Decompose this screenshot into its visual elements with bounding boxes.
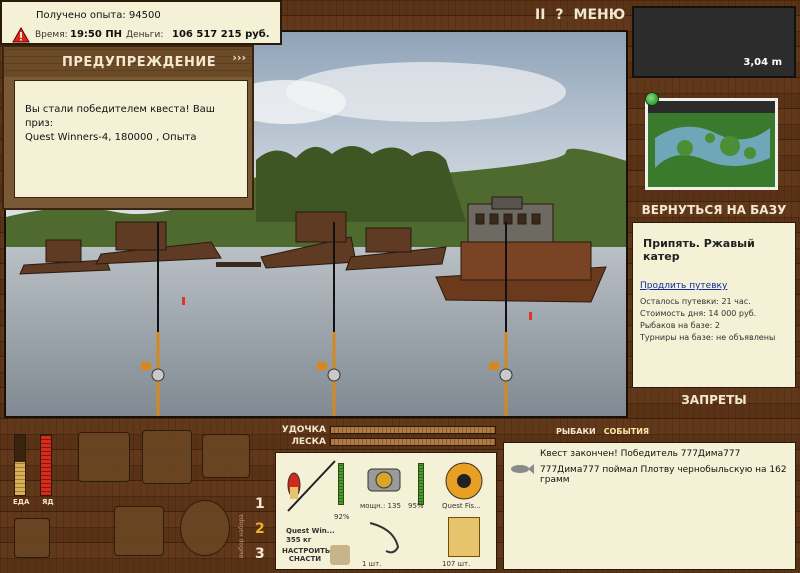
- help-button[interactable]: ?: [555, 7, 563, 25]
- collapse-arrows-icon[interactable]: ›››: [232, 51, 246, 64]
- fish-icon: [510, 463, 534, 475]
- permit-remaining: Осталось путевки: 21 час.: [640, 297, 751, 306]
- hook-count: 1 шт.: [362, 560, 382, 568]
- tab-events[interactable]: СОБЫТИЯ: [604, 427, 649, 436]
- reel-percent: 95%: [408, 502, 424, 510]
- event-line: Квест закончен! Победитель 777Дима777: [540, 449, 741, 459]
- bans-button[interactable]: ЗАПРЕТЫ: [632, 390, 796, 410]
- reel-condition-meter: [418, 463, 424, 505]
- tab-fishers[interactable]: РЫБАКИ: [556, 427, 596, 436]
- rod-bar-row: УДОЧКА: [270, 424, 496, 436]
- poison-meter: [40, 434, 52, 496]
- menu-button[interactable]: МЕНЮ: [574, 7, 626, 25]
- warning-dialog: ПРЕДУПРЕЖДЕНИЕ ››› Вы стали победителем …: [2, 45, 254, 210]
- rod-weight: 355 кг: [286, 536, 312, 544]
- reel-power: мощн.: 135: [360, 502, 401, 510]
- poison-label: ЯД: [42, 498, 54, 506]
- rod-name: Quest Win...: [286, 527, 335, 535]
- events-tabs: РЫБАКИ СОБЫТИЯ: [556, 427, 649, 436]
- location-title: Припять. Ржавый катер: [643, 237, 755, 263]
- rod-percent: 92%: [334, 513, 350, 521]
- food-meter: [14, 434, 26, 496]
- map-pin-icon: [645, 92, 659, 106]
- line-bar-row: ЛЕСКА: [270, 436, 496, 448]
- extend-permit-link[interactable]: Продлить путевку: [640, 281, 727, 291]
- tournaments-status: Турниры на базе: не объявлены: [640, 333, 776, 342]
- slot-3-button[interactable]: 3: [255, 546, 265, 562]
- bait-pack-slot[interactable]: [448, 517, 480, 557]
- reel-slot[interactable]: [360, 457, 418, 503]
- fishers-count: Рыбаков на базе: 2: [640, 321, 720, 330]
- event-line: 777Дима777 поймал Плотву чернобыльскую н…: [540, 465, 787, 485]
- tackle-box-icon[interactable]: [78, 432, 130, 482]
- line-spool-slot[interactable]: [442, 459, 486, 503]
- depth-panel: 3,04 m: [632, 6, 796, 78]
- money-value: 106 517 215 руб.: [172, 29, 270, 40]
- line-name: Quest Fis...: [442, 502, 481, 510]
- slot-1-button[interactable]: 1: [255, 496, 265, 512]
- warning-icon[interactable]: [12, 26, 30, 43]
- book-icon[interactable]: [202, 434, 250, 478]
- experience-text: Получено опыта: 94500: [36, 10, 161, 21]
- slot-2-button[interactable]: 2: [255, 521, 265, 537]
- location-map-photo[interactable]: [645, 98, 778, 190]
- warning-message-line: Quest Winners-4, 180000 , Опыта: [25, 132, 197, 143]
- time-label: Время:: [35, 30, 68, 40]
- rod-slot[interactable]: [280, 457, 340, 515]
- rod-tension-bar: [330, 426, 496, 434]
- location-info-panel: Припять. Ржавый катер Продлить путевку О…: [632, 222, 796, 388]
- money-label: Деньги:: [126, 30, 164, 40]
- warning-title: ПРЕДУПРЕЖДЕНИЕ: [4, 47, 252, 77]
- hook-slot[interactable]: [364, 517, 408, 559]
- status-panel: Получено опыта: 94500 Время: 19:50 ПН Де…: [0, 0, 282, 45]
- food-label: ЕДА: [13, 498, 30, 506]
- fish-keeper-net-icon[interactable]: [180, 500, 230, 556]
- warning-message: Вы стали победителем квеста! Ваш приз: Q…: [14, 80, 248, 198]
- line-tension-bar: [330, 438, 496, 446]
- back-to-base-button[interactable]: ВЕРНУТЬСЯ НА БАЗУ: [632, 200, 796, 220]
- line-bar-label: ЛЕСКА: [291, 437, 326, 447]
- poison-meter-fill: [41, 436, 51, 495]
- food-meter-fill: [15, 462, 25, 495]
- configure-tackle-button[interactable]: НАСТРОИТЬ СНАСТИ: [282, 547, 330, 563]
- rod-bar-label: УДОЧКА: [281, 425, 326, 435]
- configure-gear-icon[interactable]: [330, 545, 350, 565]
- depth-value: 3,04 m: [743, 57, 782, 68]
- top-menu: II ? МЕНЮ: [535, 7, 630, 25]
- pause-button[interactable]: II: [535, 7, 545, 25]
- bait-count: 107 шт.: [442, 560, 471, 568]
- slot-selector-caption: выбор набора: [238, 514, 245, 558]
- inventory-area: ЕДА ЯД: [4, 422, 254, 570]
- warning-message-line: Вы стали победителем квеста! Ваш приз:: [25, 104, 215, 129]
- slot-selector: 1 2 3: [252, 492, 272, 570]
- backpack-icon[interactable]: [142, 430, 192, 484]
- camera-icon[interactable]: [114, 506, 164, 556]
- events-panel: Квест закончен! Победитель 777Дима777 77…: [503, 442, 796, 570]
- box-icon[interactable]: [14, 518, 50, 558]
- time-value: 19:50 ПН: [70, 29, 123, 40]
- day-cost: Стоимость дня: 14 000 руб.: [640, 309, 757, 318]
- rod-condition-meter: [338, 463, 344, 505]
- tackle-panel: 92% Quest Win... 355 кг НАСТРОИТЬ СНАСТИ…: [275, 452, 497, 570]
